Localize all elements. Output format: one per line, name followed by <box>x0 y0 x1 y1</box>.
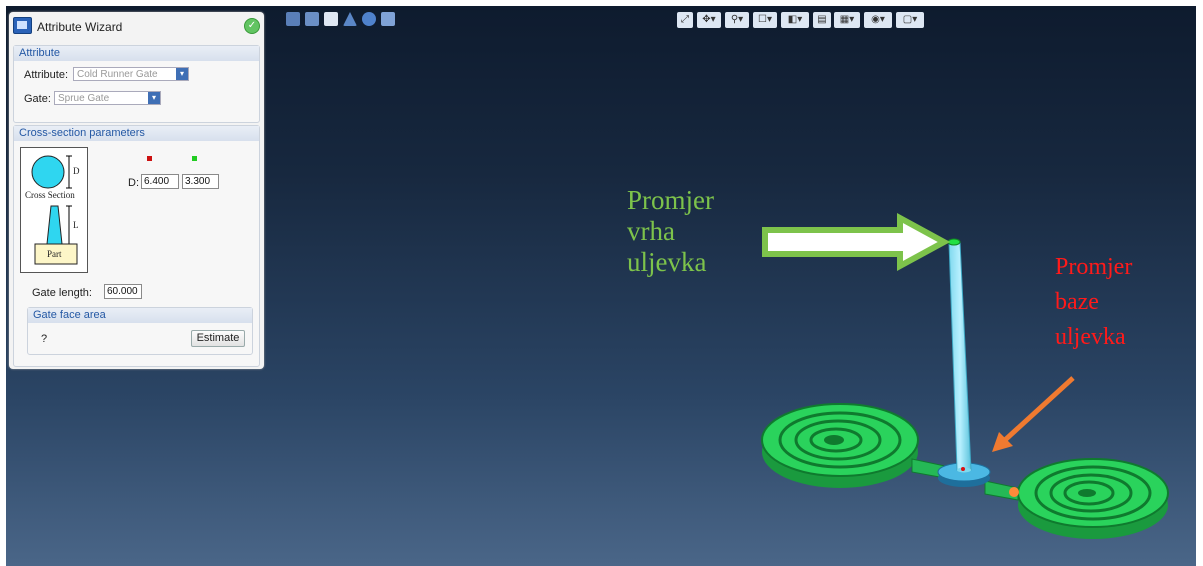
gate-length-label: Gate length: <box>32 287 92 299</box>
chevron-down-icon[interactable]: ▾ <box>148 92 160 104</box>
fit-icon[interactable]: ⤢ <box>677 12 693 28</box>
cross-section-header: Cross-section parameters <box>14 126 259 141</box>
sprue-gate <box>947 238 972 473</box>
attribute-label: Attribute: <box>24 69 69 81</box>
attribute-select-value: Cold Runner Gate <box>77 69 158 80</box>
rotate-icon[interactable]: ✥▾ <box>697 12 721 28</box>
list-icon[interactable] <box>286 12 300 26</box>
annotation-line: uljevka <box>627 247 707 277</box>
annotation-line: baze <box>1055 289 1099 315</box>
confirm-check-icon[interactable]: ✓ <box>244 18 260 34</box>
attribute-select[interactable]: Cold Runner Gate ▾ <box>73 67 189 81</box>
all-icon[interactable]: ▦▾ <box>834 12 860 28</box>
chevron-down-icon[interactable]: ▾ <box>176 68 188 80</box>
base-diameter-arrow <box>992 376 1075 452</box>
wizard-icon <box>13 17 32 34</box>
wizard-header: Attribute Wizard ✓ <box>9 12 264 40</box>
diagram-d-label: D <box>73 166 80 176</box>
annotation-line: Promjer <box>1055 254 1133 280</box>
cube-icon[interactable]: ◧▾ <box>781 12 809 28</box>
attribute-wizard-panel: Attribute Wizard ✓ Attribute Attribute: … <box>9 12 264 369</box>
diagram-l-label: L <box>73 220 79 230</box>
base-diameter-annotation: Promjer baze uljevka <box>1055 250 1132 355</box>
diagram-cross-section-label: Cross Section <box>25 190 75 200</box>
info-icon[interactable] <box>362 12 376 26</box>
top-diameter-arrow <box>762 212 951 272</box>
estimate-button[interactable]: Estimate <box>191 330 245 347</box>
tree-icon[interactable] <box>305 12 319 26</box>
top-diameter-annotation: Promjer vrha uljevka <box>627 185 714 278</box>
window-icon[interactable]: ☐▾ <box>753 12 777 28</box>
d-end-field[interactable]: 3.300 <box>182 174 219 189</box>
gate-face-area-header: Gate face area <box>28 308 252 323</box>
attribute-group-header: Attribute <box>14 46 259 61</box>
gate-label: Gate: <box>24 93 51 105</box>
annotation-line: uljevka <box>1055 324 1126 350</box>
gate-select[interactable]: Sprue Gate ▾ <box>54 91 161 105</box>
cross-section-diagram: D Cross Section L Part <box>20 147 88 273</box>
gate-length-field[interactable]: 60.000 <box>104 284 142 299</box>
collapse-icon[interactable] <box>381 12 395 26</box>
right-spiral-cavity <box>1017 458 1169 539</box>
d-label: D: <box>128 177 139 189</box>
diagram-part-label: Part <box>47 249 62 259</box>
end-marker <box>192 156 197 161</box>
wizard-title: Attribute Wizard <box>37 20 123 34</box>
frame-icon[interactable]: ▢▾ <box>896 12 924 28</box>
gate-face-area-value: ? <box>41 333 48 345</box>
attribute-group: Attribute <box>13 45 260 123</box>
gate-select-value: Sprue Gate <box>58 93 110 104</box>
person-icon[interactable] <box>324 12 338 26</box>
left-spiral-cavity <box>761 403 919 488</box>
annotation-line: Promjer <box>627 185 714 215</box>
zoom-icon[interactable]: ⚲▾ <box>725 12 749 28</box>
eye-icon[interactable]: ◉▾ <box>864 12 892 28</box>
d-start-field[interactable]: 6.400 <box>141 174 179 189</box>
annotation-line: vrha <box>627 216 675 246</box>
page-icon[interactable]: ▤ <box>813 12 831 28</box>
start-marker <box>147 156 152 161</box>
